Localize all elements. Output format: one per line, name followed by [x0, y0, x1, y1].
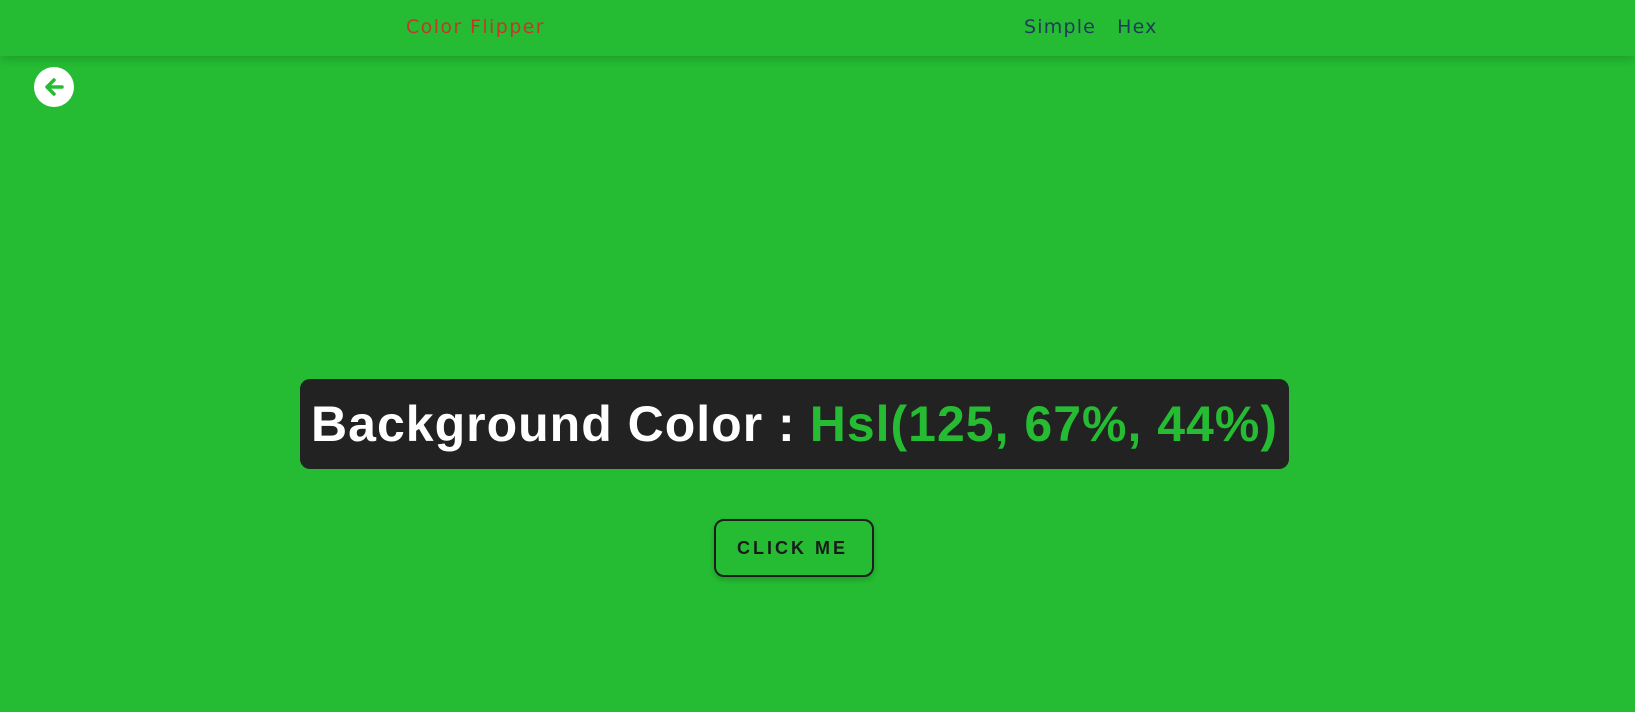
nav-link-simple[interactable]: Simple [1024, 14, 1096, 40]
back-button[interactable] [34, 67, 74, 107]
click-me-button[interactable]: CLICK ME [714, 519, 874, 577]
color-value: Hsl(125, 67%, 44%) [809, 396, 1278, 452]
nav-link-hex[interactable]: Hex [1117, 14, 1158, 40]
nav-links: Simple Hex [1024, 14, 1158, 40]
top-navbar: Color Flipper Simple Hex [0, 0, 1635, 56]
arrow-left-circle-icon [45, 78, 64, 96]
banner-label: Background Color : [311, 396, 796, 452]
color-banner: Background Color : Hsl(125, 67%, 44%) [300, 379, 1289, 469]
brand-link[interactable]: Color Flipper [406, 14, 545, 40]
